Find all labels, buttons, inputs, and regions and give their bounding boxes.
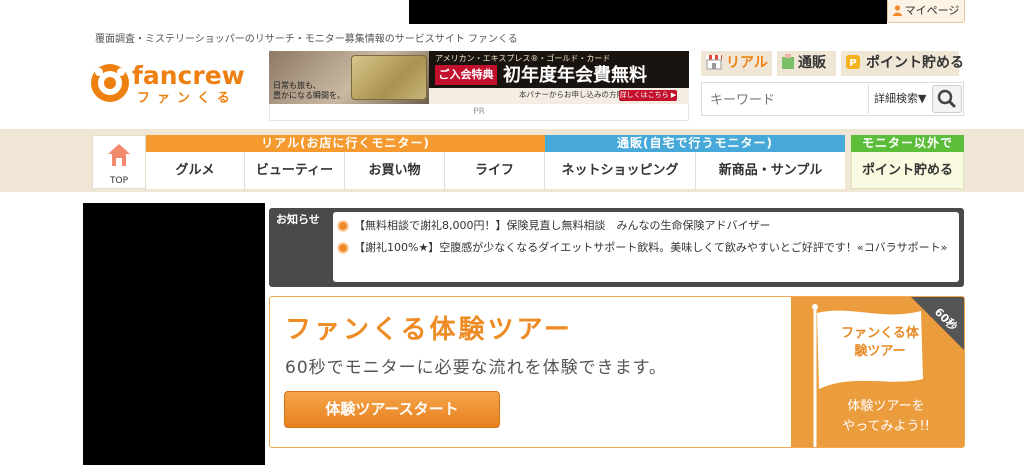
nav-item-new-products[interactable]: 新商品・サンプル <box>696 152 845 189</box>
notice-list: 【無料相談で謝礼8,000円！】保険見直し無料相談 みんなの生命保険アドバイザー… <box>333 212 959 282</box>
advanced-search-dropdown[interactable]: 詳細検索▼ <box>874 83 926 115</box>
banner-text-panel: アメリカン・エキスプレス®・ゴールド・カード ご入会特典 初年度年会費無料 本バ… <box>429 51 689 104</box>
nav-item-point[interactable]: ポイント貯める <box>851 152 964 189</box>
tour-description: 60秒でモニターに必要な流れを体験できます。 <box>285 358 667 378</box>
nav-category-tsuhan: 通販(自宅で行うモニター) <box>545 135 845 152</box>
banner-pr-label: PR <box>269 104 689 121</box>
notice-panel: お知らせ 【無料相談で謝礼8,000円！】保険見直し無料相談 みんなの生命保険ア… <box>269 208 964 287</box>
logo-text-en: fancrew <box>132 61 245 90</box>
logo-mark-icon <box>91 64 129 102</box>
nav-category-real: リアル(お店に行くモニター) <box>146 135 545 152</box>
nav-item-net-shopping[interactable]: ネットショッピング <box>545 152 696 189</box>
banner-note: 本バナーからお申し込みの方限定 <box>519 90 632 99</box>
notice-item-text: 【無料相談で謝礼8,000円！】保険見直し無料相談 みんなの生命保険アドバイザー <box>354 219 771 232</box>
notice-label: お知らせ <box>276 213 320 226</box>
tour-side-banner[interactable]: ファンくる体験ツアー 60秒 体験ツアーを やってみよう!! <box>791 297 964 447</box>
banner-left-text: 日常も旅も、 豊かになる瞬間を。 <box>273 81 345 100</box>
logo-text-jp: ファンくる <box>137 91 237 106</box>
nav-category-other: モニター以外で <box>851 135 964 152</box>
site-tagline: 覆面調査・ミステリーショッパーのリサーチ・モニター募集情報のサービスサイト ファ… <box>95 34 518 45</box>
gold-card-image <box>351 55 427 100</box>
search-button[interactable] <box>932 85 962 113</box>
banner-detail-button[interactable]: 詳しくはこちら ▶ <box>619 90 677 101</box>
header-link-point-label: ポイント貯める <box>866 55 964 71</box>
banner-red-label: ご入会特典 <box>435 65 497 85</box>
header-link-tsuhan-label: 通販 <box>798 55 826 71</box>
nav-item-beauty[interactable]: ビューティー <box>245 152 345 189</box>
search-input[interactable] <box>710 85 866 113</box>
mypage-button[interactable]: マイページ <box>887 0 965 23</box>
tour-title: ファンくる体験ツアー <box>285 315 573 345</box>
banner-main-text: 初年度年会費無料 <box>503 65 647 86</box>
tour-start-button[interactable]: 体験ツアースタート <box>284 391 500 428</box>
nav-top-label: TOP <box>109 176 128 186</box>
experience-tour-panel: ファンくる体験ツアー 60秒でモニターに必要な流れを体験できます。 体験ツアース… <box>269 296 965 448</box>
notice-item-text: 【謝礼100%★】空腹感が少なくなるダイエットサポート飲料。美味しくて飲みやすい… <box>354 241 948 254</box>
notice-item[interactable]: 【謝礼100%★】空腹感が少なくなるダイエットサポート飲料。美味しくて飲みやすい… <box>337 240 957 274</box>
shop-icon <box>706 55 722 70</box>
nav-item-gourmet[interactable]: グルメ <box>146 152 245 189</box>
site-logo[interactable]: fancrew ファンくる <box>90 61 250 106</box>
nav-top-button[interactable]: TOP <box>92 135 146 189</box>
nav-item-shopping[interactable]: お買い物 <box>345 152 445 189</box>
point-coin-icon: P <box>846 55 860 69</box>
header-link-point[interactable]: P ポイント貯める <box>841 51 964 76</box>
header-link-real[interactable]: リアル <box>701 51 772 76</box>
redacted-left-column <box>83 203 265 465</box>
header-link-tsuhan[interactable]: 通販 <box>777 51 836 76</box>
user-icon <box>892 5 902 16</box>
amex-banner-ad[interactable]: 日常も旅も、 豊かになる瞬間を。 アメリカン・エキスプレス®・ゴールド・カード … <box>269 51 689 104</box>
notice-item[interactable]: 【無料相談で謝礼8,000円！】保険見直し無料相談 みんなの生命保険アドバイザー <box>337 218 957 234</box>
search-icon <box>937 89 956 108</box>
tour-flag-text: ファンくる体験ツアー <box>841 326 919 359</box>
search-divider <box>868 84 869 114</box>
notice-bullet-icon <box>337 242 349 254</box>
tour-side-text: 体験ツアーを やってみよう!! <box>842 399 930 434</box>
notice-bullet-icon <box>337 220 349 232</box>
redacted-top-bar <box>409 0 887 24</box>
package-icon <box>782 54 794 69</box>
header-link-real-label: リアル <box>726 55 768 71</box>
home-icon <box>108 144 130 166</box>
svg-text:P: P <box>849 58 856 69</box>
nav-item-life[interactable]: ライフ <box>445 152 545 189</box>
mypage-label: マイページ <box>904 4 960 17</box>
search-box: 詳細検索▼ <box>701 82 964 116</box>
